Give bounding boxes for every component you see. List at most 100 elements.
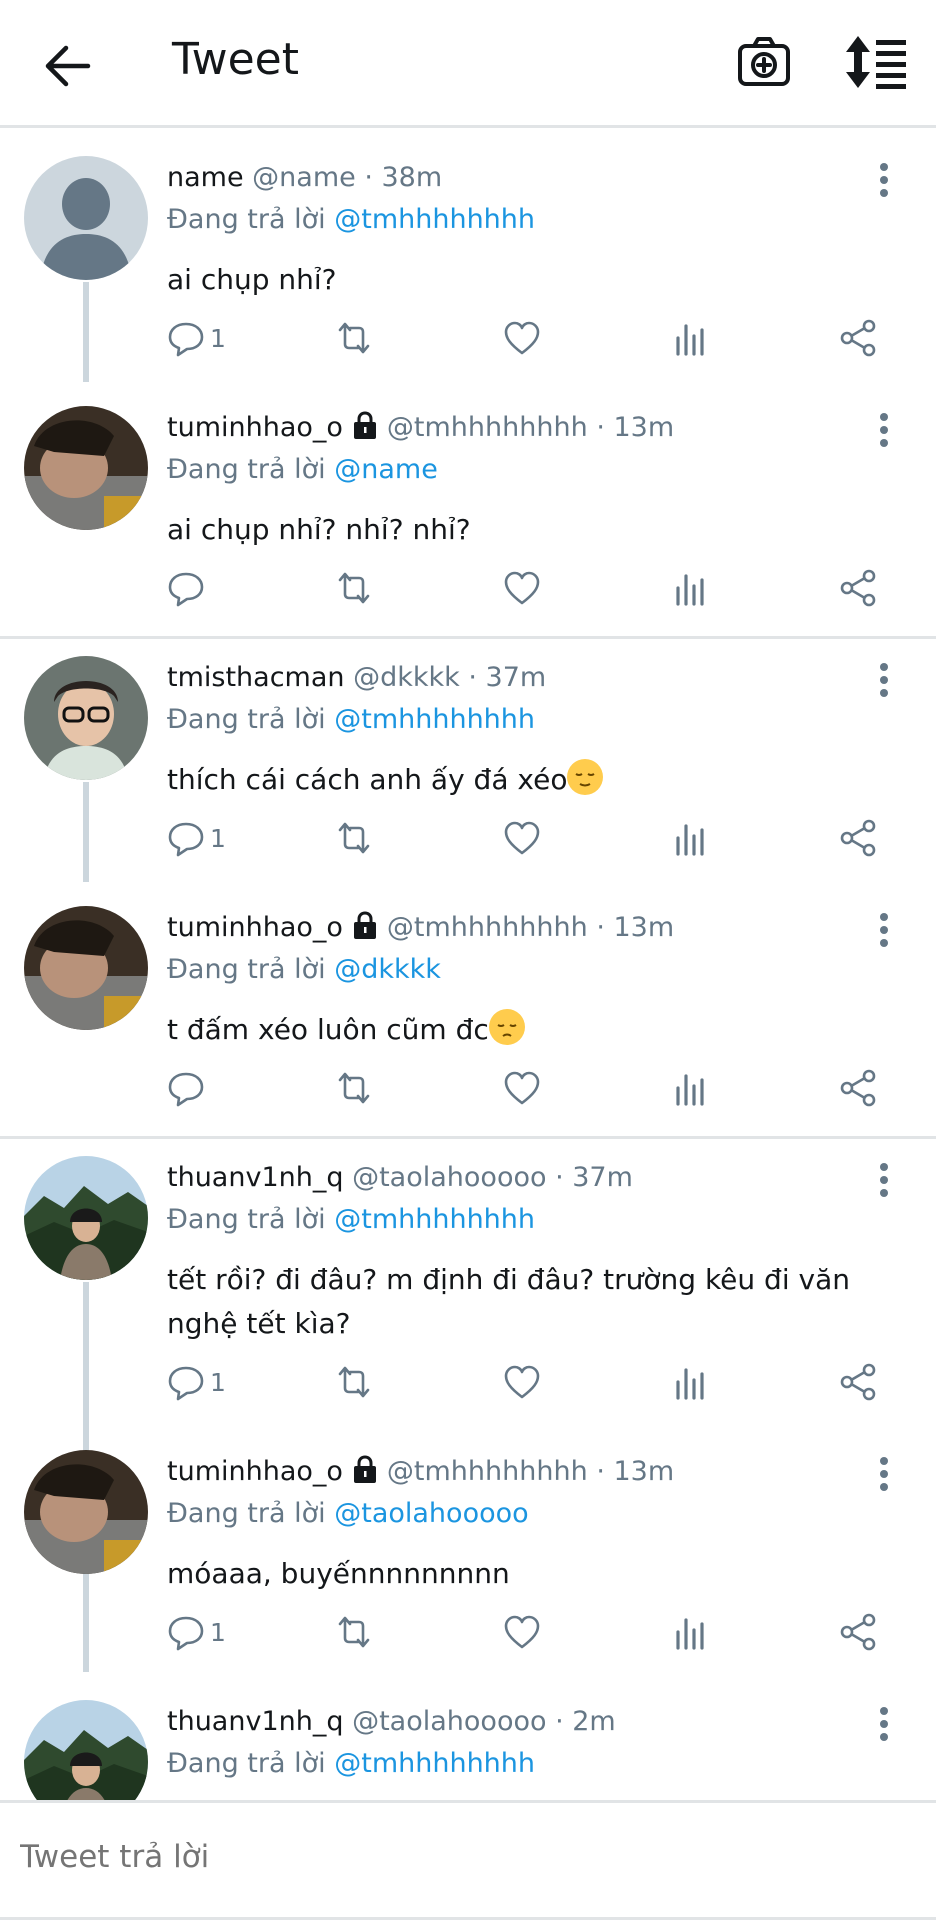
reply-context: Đang trả lời @taolahooooo (167, 1496, 529, 1532)
like-button[interactable] (502, 308, 542, 368)
analytics-button[interactable] (670, 558, 710, 618)
like-button[interactable] (502, 1058, 542, 1118)
handle[interactable]: @taolahooooo (352, 1706, 546, 1737)
like-button[interactable] (502, 558, 542, 618)
reply-button[interactable]: 1 (166, 1602, 226, 1662)
display-name[interactable]: tuminhhao_o (167, 412, 343, 443)
display-name[interactable]: tmisthacman (167, 662, 345, 693)
more-options-icon[interactable] (872, 410, 896, 450)
handle[interactable]: @taolahooooo (352, 1162, 546, 1193)
avatar[interactable] (24, 156, 148, 280)
like-button[interactable] (502, 1602, 542, 1662)
analytics-button[interactable] (670, 308, 710, 368)
tweet-item[interactable]: thuanv1nh_q @taolahooooo · 37m Đang trả … (0, 1130, 936, 1424)
handle[interactable]: @dkkkk (353, 662, 460, 693)
mention-link[interactable]: @taolahooooo (334, 1498, 528, 1529)
tweet-feed[interactable]: name @name · 38m Đang trả lời @tmhhhhhhh… (0, 130, 936, 1800)
mention-link[interactable]: @tmhhhhhhhh (334, 704, 535, 735)
reply-label: Đang trả lời (167, 704, 326, 735)
pensive-face-emoji-icon (488, 1009, 525, 1045)
mention-link[interactable]: @tmhhhhhhhh (334, 204, 535, 235)
reply-count: 1 (210, 323, 226, 353)
mention-link[interactable]: @name (334, 454, 438, 485)
retweet-button[interactable] (334, 308, 374, 368)
share-icon (840, 319, 876, 357)
reply-button[interactable] (166, 1058, 210, 1118)
heart-icon (504, 1071, 540, 1105)
retweet-button[interactable] (334, 808, 374, 868)
reply-button[interactable]: 1 (166, 308, 226, 368)
analytics-button[interactable] (670, 1352, 710, 1412)
tweet-item[interactable]: tuminhhao_o @tmhhhhhhhh · 13m Đang trả lờ… (0, 1424, 936, 1674)
tweet-item[interactable]: tuminhhao_o @tmhhhhhhhh · 13m Đang trả lờ… (0, 380, 936, 630)
retweet-button[interactable] (334, 558, 374, 618)
share-button[interactable] (838, 1352, 878, 1412)
analytics-button[interactable] (670, 1602, 710, 1662)
share-icon (840, 819, 876, 857)
retweet-button[interactable] (334, 1058, 374, 1118)
like-button[interactable] (502, 1352, 542, 1412)
mention-link[interactable]: @tmhhhhhhhh (334, 1204, 535, 1235)
handle[interactable]: @tmhhhhhhhh (387, 1456, 588, 1487)
display-name[interactable]: thuanv1nh_q (167, 1162, 344, 1193)
reply-input[interactable] (20, 1839, 900, 1875)
tweet-item[interactable]: tuminhhao_o @tmhhhhhhhh · 13m Đang trả lờ… (0, 880, 936, 1130)
timestamp: · 13m (596, 412, 675, 443)
display-name[interactable]: tuminhhao_o (167, 912, 343, 943)
avatar[interactable] (24, 1700, 148, 1800)
handle[interactable]: @tmhhhhhhhh (387, 412, 588, 443)
avatar[interactable] (24, 1156, 148, 1280)
display-name[interactable]: tuminhhao_o (167, 1456, 343, 1487)
tweet-body: t đấm xéo luôn cũm đc (167, 1008, 911, 1052)
tweet-item[interactable]: thuanv1nh_q @taolahooooo · 2m Đang trả l… (0, 1674, 936, 1800)
camera-add-icon[interactable] (736, 34, 792, 90)
tweet-header: tuminhhao_o @tmhhhhhhhh · 13m (167, 910, 674, 946)
timestamp: · 38m (364, 162, 443, 193)
more-options-icon[interactable] (872, 660, 896, 700)
avatar[interactable] (24, 656, 148, 780)
mention-link[interactable]: @tmhhhhhhhh (334, 1748, 535, 1779)
tweet-body: thích cái cách anh ấy đá xéo (167, 758, 911, 802)
reply-label: Đang trả lời (167, 204, 326, 235)
tweet-item[interactable]: name @name · 38m Đang trả lời @tmhhhhhhh… (0, 130, 936, 380)
retweet-button[interactable] (334, 1352, 374, 1412)
reply-button[interactable] (166, 558, 210, 618)
share-button[interactable] (838, 1058, 878, 1118)
heart-icon (504, 821, 540, 855)
more-options-icon[interactable] (872, 1160, 896, 1200)
sort-icon[interactable] (846, 34, 910, 90)
analytics-button[interactable] (670, 808, 710, 868)
avatar[interactable] (24, 1450, 148, 1574)
mention-link[interactable]: @dkkkk (334, 954, 441, 985)
retweet-button[interactable] (334, 1602, 374, 1662)
reply-icon (168, 1366, 204, 1401)
share-button[interactable] (838, 308, 878, 368)
avatar[interactable] (24, 406, 148, 530)
more-options-icon[interactable] (872, 1454, 896, 1494)
more-options-icon[interactable] (872, 910, 896, 950)
analytics-icon (676, 824, 704, 856)
back-arrow-icon[interactable] (38, 36, 98, 96)
tweet-header: name @name · 38m (167, 160, 442, 196)
more-options-icon[interactable] (872, 160, 896, 200)
reply-label: Đang trả lời (167, 1204, 326, 1235)
tweet-item[interactable]: tmisthacman @dkkkk · 37m Đang trả lời @t… (0, 630, 936, 880)
heart-icon (504, 1615, 540, 1649)
share-button[interactable] (838, 808, 878, 868)
tweet-header: tmisthacman @dkkkk · 37m (167, 660, 546, 696)
tweet-header: tuminhhao_o @tmhhhhhhhh · 13m (167, 1454, 674, 1490)
handle[interactable]: @name (252, 162, 356, 193)
handle[interactable]: @tmhhhhhhhh (387, 912, 588, 943)
avatar[interactable] (24, 906, 148, 1030)
reply-button[interactable]: 1 (166, 808, 226, 868)
share-button[interactable] (838, 1602, 878, 1662)
share-button[interactable] (838, 558, 878, 618)
analytics-button[interactable] (670, 1058, 710, 1118)
more-options-icon[interactable] (872, 1704, 896, 1744)
display-name[interactable]: name (167, 162, 244, 193)
like-button[interactable] (502, 808, 542, 868)
display-name[interactable]: thuanv1nh_q (167, 1706, 344, 1737)
retweet-icon (338, 572, 370, 604)
heart-icon (504, 321, 540, 355)
reply-button[interactable]: 1 (166, 1352, 226, 1412)
